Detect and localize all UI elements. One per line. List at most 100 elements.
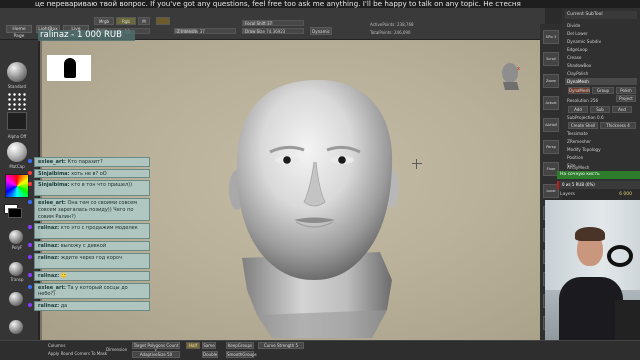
- apply-round-corners-label[interactable]: Apply Round Corners To Mask: [48, 350, 107, 357]
- chat-nick: Sinjalbima:: [38, 182, 70, 189]
- subtool-panel: Current SubTool Divide Del Lower Dynamic…: [562, 8, 640, 188]
- sub-button[interactable]: Sub: [590, 106, 610, 113]
- mrgb-button[interactable]: Mrgb: [94, 17, 114, 25]
- chat-message: ralinaz: 🙂: [34, 271, 150, 281]
- half-button[interactable]: Half: [186, 342, 200, 349]
- resolution-slider[interactable]: Resolution 256: [565, 97, 613, 104]
- chat-badge-icon: [28, 273, 32, 278]
- target-polygons-slider[interactable]: Target Polygons Count 5: [132, 342, 180, 354]
- m-button[interactable]: M: [138, 17, 150, 25]
- home-page-button[interactable]: Home Page: [6, 25, 32, 39]
- chat-badge-icon: [28, 243, 32, 248]
- total-points: TotalPoints: 246,090: [370, 30, 411, 35]
- chat-text: кто в тон что пришел)): [71, 182, 133, 189]
- dynamesh-button[interactable]: DynaMesh: [568, 87, 590, 94]
- z-intensity-slider[interactable]: Z Intensity 37: [174, 28, 236, 34]
- active-points: ActivePoints: 238,768: [370, 22, 414, 27]
- shadowbox-section[interactable]: ShadowBox: [565, 62, 637, 69]
- view-scroll-button[interactable]: Scroll: [543, 52, 559, 66]
- chat-text: кто это с продажим моделек: [60, 225, 138, 232]
- chat-message: exlee_art: Та у который сосцы до небо?): [34, 282, 150, 299]
- zadd-button[interactable]: [156, 17, 170, 25]
- and-button[interactable]: And: [612, 106, 632, 113]
- edgeloop-section[interactable]: EdgeLoop: [565, 46, 637, 53]
- chat-message: Sinjalbima: хоть не в? оО: [34, 168, 150, 179]
- donation-goal-label: 0 из 5 RUB (0%): [562, 182, 595, 187]
- chat-message: exlee_art: Она тем со своими совсем совс…: [34, 198, 150, 222]
- donation-goal-fill: [557, 181, 560, 189]
- layers-row[interactable]: Layers 6 000: [560, 191, 640, 199]
- dimension-label: Dimension: [106, 347, 128, 352]
- focal-shift-slider[interactable]: Focal Shift 37: [242, 20, 304, 26]
- chat-text: Кто паразит?: [67, 159, 103, 165]
- divide-button[interactable]: Divide: [565, 22, 637, 29]
- standard-brush-icon: [7, 62, 27, 82]
- donation-header: ralinaz - 1 000 RUB: [38, 30, 135, 41]
- groups-toggle[interactable]: Group: [592, 87, 614, 94]
- navigation-head-icon[interactable]: x: [497, 60, 527, 90]
- chat-badge-icon: [28, 182, 32, 187]
- chat-badge-icon: [28, 303, 32, 307]
- dynamic-subdiv-section[interactable]: Dynamic Subdiv: [565, 38, 637, 45]
- view-persp-button[interactable]: Persp: [543, 140, 559, 154]
- chat-message: ralinaz: ждите через год короч: [34, 253, 150, 270]
- chat-message: ralinaz: да: [34, 301, 150, 311]
- tessimate-section[interactable]: Tessimate: [565, 130, 637, 137]
- chat-message: exlee_art: Кто паразит?: [34, 157, 150, 167]
- rgb-button[interactable]: Rgb: [116, 17, 136, 25]
- chat-nick: ralinaz:: [38, 303, 60, 309]
- thickness-slider[interactable]: Thickness 4: [600, 122, 636, 129]
- chat-nick: ralinaz:: [38, 255, 60, 261]
- chat-message: ralinaz: кто это с продажим моделек: [34, 223, 150, 240]
- polish-toggle[interactable]: Polish: [616, 87, 636, 94]
- chat-text: ждите через год короч: [60, 255, 123, 261]
- chat-nick: exlee_art:: [38, 284, 66, 291]
- crease-section[interactable]: Crease: [565, 54, 637, 61]
- chat-badge-icon: [28, 170, 32, 175]
- chat-nick: exlee_art:: [38, 159, 66, 165]
- project-toggle[interactable]: Project: [616, 95, 636, 102]
- view-zoom-button[interactable]: Zoom: [543, 74, 559, 88]
- chat-text: выложу с девкой: [60, 243, 107, 250]
- dynamesh-section[interactable]: DynaMesh: [565, 78, 637, 85]
- chat-badge-icon: [28, 284, 32, 289]
- keep-groups-toggle[interactable]: KeepGroups: [226, 342, 254, 349]
- alpha-button[interactable]: Alpha Off: [5, 112, 29, 139]
- standard-brush-button[interactable]: Standard: [5, 62, 29, 89]
- draw-size-slider[interactable]: Draw Size 74.36923: [242, 28, 304, 34]
- dynamic-button[interactable]: Dynamic: [310, 27, 332, 35]
- chat-message: ralinaz: выложу с девкой: [34, 241, 150, 251]
- bottom-bar: Columns Apply Round Corners To Mask Dime…: [0, 340, 640, 360]
- zbrush-window: це перевариваю твой вопрос. If you've go…: [0, 0, 640, 360]
- adaptive-size-slider[interactable]: AdaptiveSize 50: [132, 351, 180, 358]
- stroke-button[interactable]: Dots: [5, 92, 29, 119]
- zremesher-section[interactable]: ZRemesher: [565, 138, 637, 145]
- chat-badge-icon: [28, 255, 32, 259]
- alpha-icon: [7, 112, 27, 130]
- view-spix-3-button[interactable]: SPix 3: [543, 30, 559, 44]
- subprojection-slider[interactable]: SubProjection 0.6: [565, 114, 637, 121]
- double-button[interactable]: Double: [202, 351, 218, 358]
- chat-text: 🙂: [60, 273, 67, 280]
- chat-nick: exlee_art:: [38, 200, 66, 207]
- smooth-groups-toggle[interactable]: SmoothGroups: [226, 351, 257, 358]
- view-aahalf-button[interactable]: AAHalf: [543, 118, 559, 132]
- chat-text: да: [60, 303, 68, 309]
- view-actual-button[interactable]: Actual: [543, 96, 559, 110]
- chat-nick: ralinaz:: [38, 273, 60, 280]
- svg-text:x: x: [517, 66, 520, 72]
- add-button[interactable]: Add: [568, 106, 588, 113]
- modify-topology-section[interactable]: Modify Topology: [565, 146, 637, 153]
- del-lower-button[interactable]: Del Lower: [565, 30, 637, 37]
- position-section[interactable]: Position: [565, 154, 637, 161]
- curve-strength-slider[interactable]: Curve Strength 5: [258, 342, 304, 349]
- donation-goal-bar: 0 из 5 RUB (0%): [557, 181, 640, 189]
- dots-stroke-icon: [7, 92, 27, 110]
- chat-badge-icon: [28, 225, 32, 230]
- array-mesh-section[interactable]: ArrayMesh: [565, 164, 637, 171]
- chat-overlay: exlee_art: Кто паразит? Sinjalbima: хоть …: [20, 157, 150, 339]
- same-button[interactable]: Same: [202, 342, 216, 349]
- claypolish-section[interactable]: ClayPolish: [565, 70, 637, 77]
- create-shell-button[interactable]: Create Shell: [568, 122, 598, 129]
- panel-title: Current SubTool: [565, 11, 637, 19]
